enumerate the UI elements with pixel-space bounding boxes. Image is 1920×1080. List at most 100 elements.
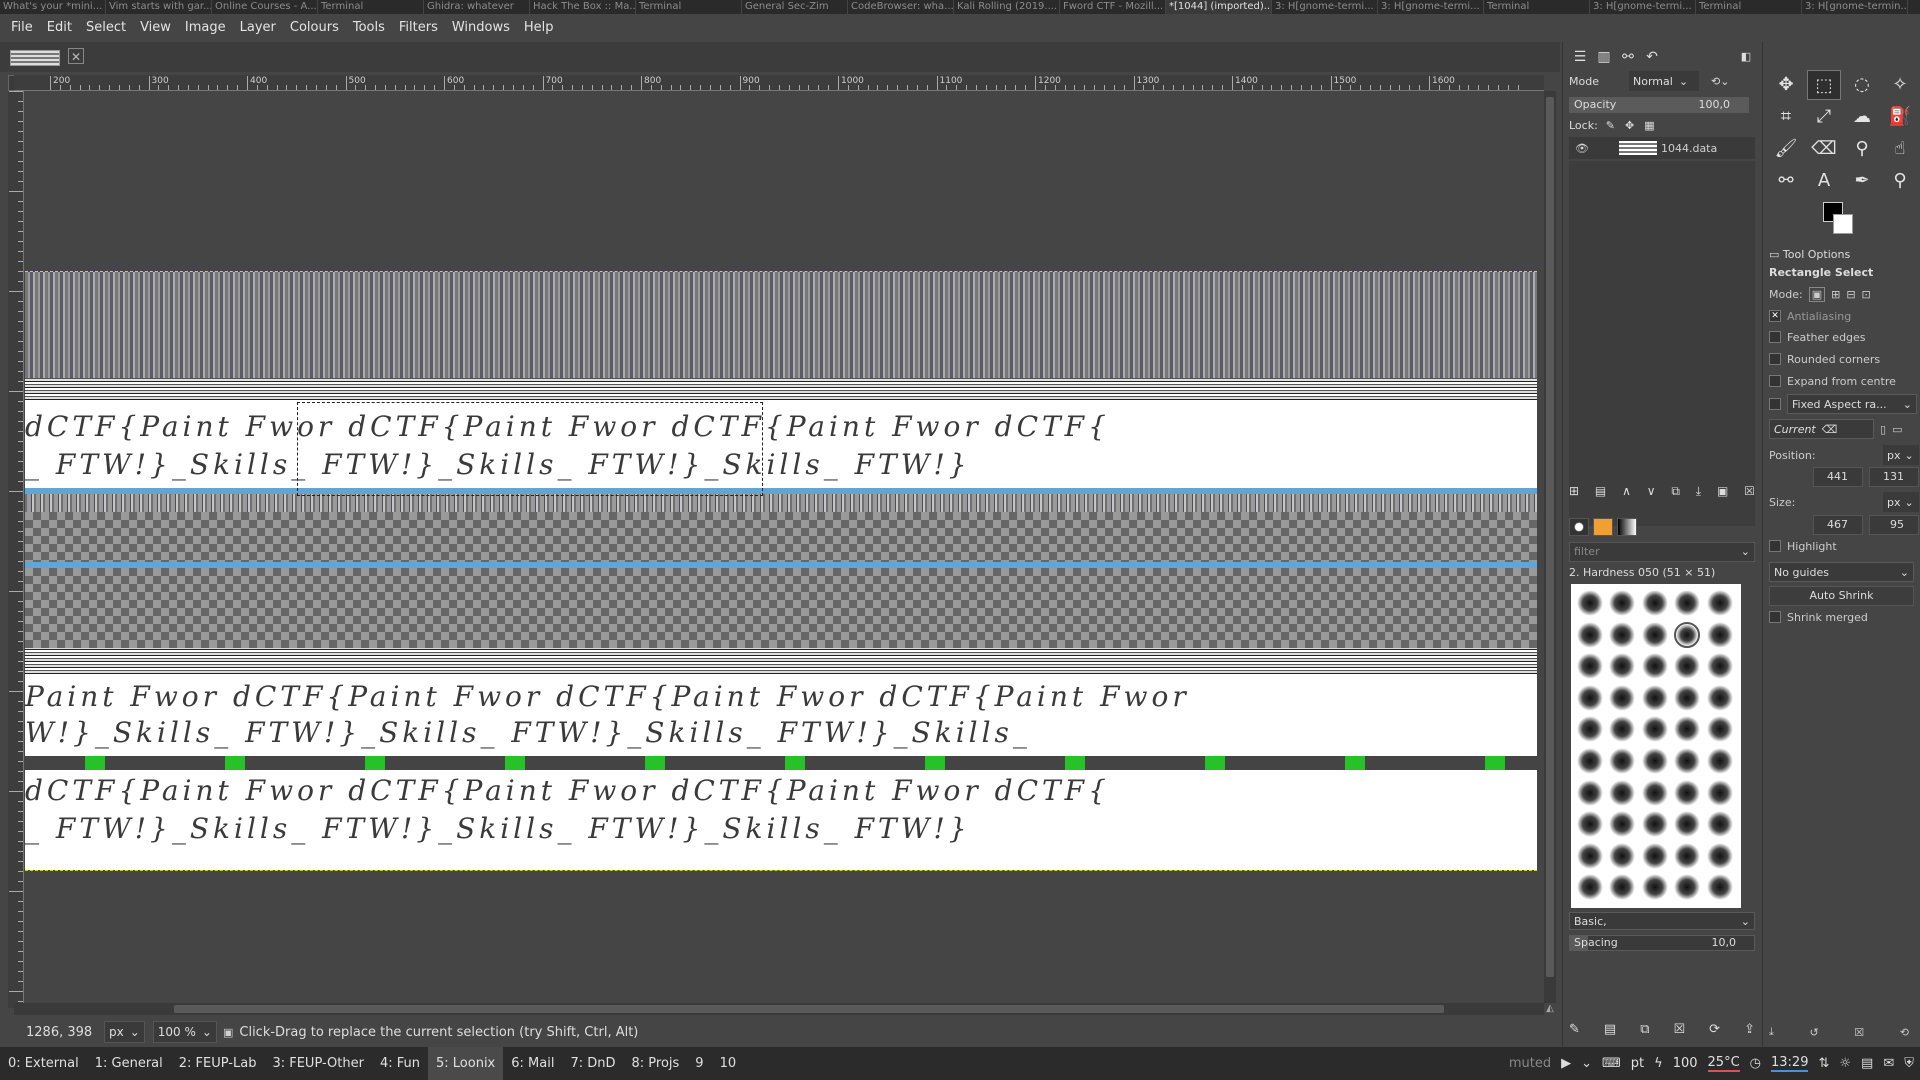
antialiasing-checkbox[interactable]: ✕	[1769, 310, 1781, 322]
delete-layer-icon[interactable]: ☒	[1744, 484, 1755, 504]
brush-swatch[interactable]	[1577, 811, 1603, 838]
new-layer-group-icon[interactable]: ⊞	[1569, 484, 1579, 504]
status-cancel-icon[interactable]: ▣	[223, 1026, 233, 1039]
new-brush-icon[interactable]: ▤	[1604, 1022, 1616, 1037]
close-image-tab-icon[interactable]: ✕	[68, 48, 84, 64]
position-y-input[interactable]: 131	[1869, 467, 1919, 487]
brush-swatch[interactable]	[1609, 811, 1636, 838]
clear-icon[interactable]: ⌫	[1822, 423, 1838, 436]
brush-filter-input[interactable]: filter ⌄	[1569, 542, 1755, 562]
brush-swatch[interactable]	[1641, 779, 1668, 806]
guides-select[interactable]: No guides ⌄	[1769, 562, 1914, 582]
menu-view[interactable]: View	[133, 14, 178, 42]
window-title-tab[interactable]: Terminal	[1696, 0, 1802, 14]
lock-position-icon[interactable]: ✥	[1625, 119, 1634, 132]
channels-tab-icon[interactable]: ▥	[1593, 48, 1615, 66]
menu-windows[interactable]: Windows	[445, 14, 517, 42]
brush-swatch[interactable]	[1609, 590, 1636, 616]
brush-swatch[interactable]	[1577, 874, 1603, 901]
image-tab-thumbnail[interactable]	[10, 50, 60, 66]
warp-transform-tool-icon[interactable]: ☁	[1845, 102, 1879, 132]
brush-swatch[interactable]	[1577, 716, 1603, 743]
brush-swatch[interactable]	[1706, 653, 1733, 680]
workspace-4[interactable]: 4: Fun	[372, 1047, 428, 1080]
vertical-ruler[interactable]	[8, 91, 24, 1008]
brush-swatch[interactable]	[1706, 874, 1733, 901]
workspace-2[interactable]: 2: FEUP-Lab	[171, 1047, 265, 1080]
brush-swatch[interactable]	[1674, 779, 1701, 806]
layers-tab-icon[interactable]: ☰	[1569, 48, 1591, 66]
workspace-8[interactable]: 8: Projs	[624, 1047, 688, 1080]
brush-swatch[interactable]	[1674, 590, 1701, 616]
lock-pixels-icon[interactable]: ✎	[1606, 119, 1615, 132]
window-title-tab[interactable]: CodeBrowser: wha...	[848, 0, 954, 14]
brush-swatch[interactable]	[1674, 747, 1701, 774]
brush-swatch[interactable]	[1674, 811, 1701, 838]
navigate-icon[interactable]: ◭	[1544, 1003, 1556, 1015]
edit-brush-icon[interactable]: ✎	[1569, 1022, 1580, 1037]
intersect-mode-icon[interactable]: ⊡	[1862, 288, 1871, 301]
open-brush-icon[interactable]: ⇪	[1744, 1022, 1755, 1037]
auto-shrink-button[interactable]: Auto Shrink	[1769, 586, 1914, 606]
horizontal-ruler[interactable]: 200 300 400 500 600 700 800 900 1000 1100 1200 1300…	[14, 75, 1544, 91]
brush-swatch[interactable]	[1641, 842, 1668, 869]
brush-swatch[interactable]	[1577, 747, 1603, 774]
lower-layer-icon[interactable]: ∨	[1647, 484, 1656, 504]
mode-reset-icon[interactable]: ⟲⌄	[1711, 75, 1729, 88]
network-icon[interactable]: ⇅	[1818, 1056, 1829, 1071]
lock-alpha-icon[interactable]: ▦	[1644, 119, 1654, 132]
chat-icon[interactable]: ✉	[1883, 1056, 1894, 1071]
menu-file[interactable]: File	[4, 14, 40, 42]
brush-swatch[interactable]	[1641, 811, 1668, 838]
window-title-tab[interactable]: Vim starts with gar...	[106, 0, 212, 14]
highlight-checkbox[interactable]	[1769, 540, 1781, 552]
brush-swatch[interactable]	[1674, 716, 1701, 743]
brush-swatch[interactable]	[1577, 653, 1603, 680]
crop-tool-icon[interactable]: ⌗	[1769, 102, 1803, 132]
image-canvas[interactable]: dCTF{Paint Fwor dCTF{Paint Fwor dCTF{Pai…	[24, 91, 1544, 1008]
zoom-select[interactable]: 100 % ⌄	[152, 1021, 217, 1043]
window-title-tab[interactable]: Kali Rolling (2019....	[954, 0, 1060, 14]
window-title-tab[interactable]: Terminal	[318, 0, 424, 14]
zoom-tool-icon[interactable]: ⚲	[1883, 166, 1917, 196]
shrink-merged-checkbox[interactable]	[1769, 611, 1781, 623]
smudge-tool-icon[interactable]: ☝	[1883, 134, 1917, 164]
size-width-input[interactable]: 467	[1813, 515, 1863, 535]
expand-centre-checkbox[interactable]	[1769, 375, 1781, 387]
chevron-down-icon[interactable]: ⌄	[1581, 1056, 1592, 1071]
delete-options-icon[interactable]: ☒	[1854, 1026, 1864, 1039]
dock-menu-icon[interactable]: ◧	[1735, 48, 1757, 66]
layer-mask-icon[interactable]: ▣	[1717, 484, 1728, 504]
brush-swatch[interactable]	[1674, 653, 1701, 680]
clone-tool-icon[interactable]: ⚲	[1845, 134, 1879, 164]
free-select-tool-icon[interactable]: ◌	[1845, 70, 1879, 100]
window-title-tab[interactable]: What's your *mini...	[0, 0, 106, 14]
portrait-icon[interactable]: ▯	[1880, 423, 1886, 436]
menu-layer[interactable]: Layer	[233, 14, 283, 42]
vertical-scroll-thumb[interactable]	[1546, 97, 1554, 977]
horizontal-scroll-thumb[interactable]	[174, 1005, 1444, 1013]
window-title-tab[interactable]: General Sec-Zim	[742, 0, 848, 14]
fixed-aspect-checkbox[interactable]	[1769, 398, 1781, 410]
fuzzy-select-tool-icon[interactable]: ✧	[1883, 70, 1917, 100]
menu-edit[interactable]: Edit	[40, 14, 79, 42]
window-title-tab[interactable]: 3: H[gnome-termi...	[1590, 0, 1696, 14]
duplicate-layer-icon[interactable]: ⧉	[1671, 484, 1680, 504]
menu-help[interactable]: Help	[517, 14, 561, 42]
window-title-tab[interactable]: Ghidra: whatever	[424, 0, 530, 14]
opacity-slider[interactable]: Opacity 100,0	[1569, 97, 1749, 113]
color-picker-tool-icon[interactable]: ✒	[1845, 166, 1879, 196]
brush-swatch[interactable]	[1577, 684, 1603, 711]
brush-swatch[interactable]	[1706, 747, 1733, 774]
rect-select-tool-icon[interactable]: ⬚	[1807, 70, 1841, 100]
brush-swatch[interactable]	[1641, 747, 1668, 774]
reset-options-icon[interactable]: ⟲	[1900, 1026, 1909, 1039]
menu-colours[interactable]: Colours	[283, 14, 346, 42]
landscape-icon[interactable]: ▭	[1892, 423, 1902, 436]
brush-swatch[interactable]	[1706, 779, 1733, 806]
brush-swatch[interactable]	[1609, 842, 1636, 869]
position-unit-select[interactable]: px ⌄	[1883, 445, 1919, 465]
position-x-input[interactable]: 441	[1813, 467, 1863, 487]
brush-swatch[interactable]	[1609, 716, 1636, 743]
restore-options-icon[interactable]: ↺	[1809, 1026, 1818, 1039]
